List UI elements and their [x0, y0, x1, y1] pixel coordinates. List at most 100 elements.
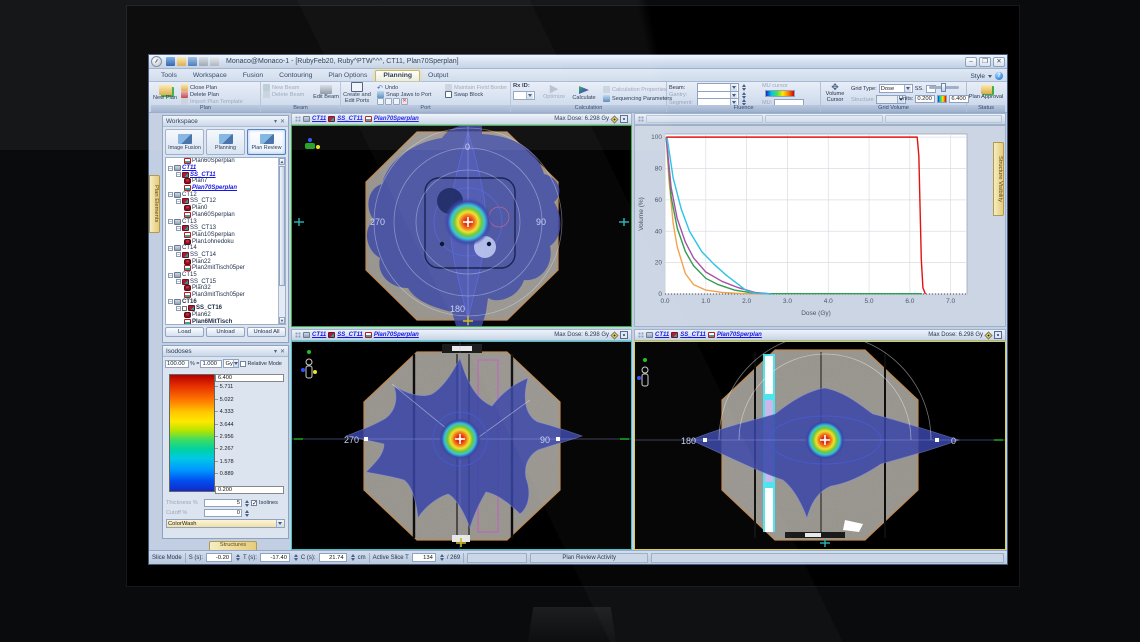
- grip-icon[interactable]: [638, 116, 644, 122]
- s-coordinate-field[interactable]: -0.20: [206, 553, 232, 562]
- active-slice-spinner[interactable]: [440, 554, 444, 561]
- dvh-chart-area[interactable]: 0204060801000.01.02.03.04.05.06.07.0Dose…: [634, 125, 1006, 327]
- port-tool-1-icon[interactable]: [377, 98, 384, 105]
- settings-icon[interactable]: [199, 57, 208, 66]
- isolines-checkbox[interactable]: [251, 500, 257, 506]
- close-plan-button[interactable]: Close Plan: [181, 84, 217, 91]
- expand-viewport-icon[interactable]: [620, 331, 628, 339]
- close-panel-icon[interactable]: ✕: [280, 118, 285, 125]
- header-ct-link[interactable]: CT11: [655, 332, 669, 338]
- header-plan-link[interactable]: Plan70Sperplan: [374, 332, 419, 338]
- app-logo-icon[interactable]: [151, 56, 162, 67]
- print-icon[interactable]: [210, 57, 219, 66]
- tree-item-ct13[interactable]: –CT13: [166, 218, 278, 225]
- expand-viewport-icon[interactable]: [620, 115, 628, 123]
- calculation-properties-button[interactable]: Calculation Properties: [603, 86, 667, 93]
- port-tool-2-icon[interactable]: [385, 98, 392, 105]
- close-button[interactable]: ✕: [993, 57, 1005, 67]
- t-coordinate-field[interactable]: -17.40: [260, 553, 290, 562]
- header-plan-link[interactable]: Plan70Sperplan: [717, 332, 762, 338]
- sequencing-parameters-button[interactable]: Sequencing Parameters: [603, 95, 672, 102]
- isodose-min-field[interactable]: 0.200: [215, 486, 284, 494]
- tree-item-plan1ohnedoku[interactable]: Plan1ohnedoku: [166, 238, 278, 245]
- edit-beam-button[interactable]: Edit Beam: [313, 82, 339, 104]
- swap-block-button[interactable]: Swap Block: [445, 91, 483, 98]
- workspace-mode-image-fusion[interactable]: Image Fusion: [165, 129, 204, 155]
- tree-expander-icon[interactable]: –: [176, 279, 181, 284]
- tree-expander-icon[interactable]: –: [168, 166, 173, 171]
- tree-expander-icon[interactable]: –: [176, 252, 181, 257]
- grip-icon[interactable]: [295, 332, 301, 338]
- plan-elements-tab[interactable]: Plan Elements: [149, 175, 160, 233]
- port-tool-3-icon[interactable]: [393, 98, 400, 105]
- tree-item-plan60sperplan[interactable]: Plan60Sperplan: [166, 212, 278, 219]
- tree-item-ss-ct14[interactable]: –SS_CT14: [166, 252, 278, 259]
- unload-all-button[interactable]: Unload All: [247, 327, 286, 337]
- tree-expander-icon[interactable]: –: [176, 172, 181, 177]
- tree-item-ss-ct12[interactable]: –SS_CT12: [166, 198, 278, 205]
- pin-icon[interactable]: ▾: [274, 118, 277, 125]
- tree-item-plan2mittisch05per[interactable]: Plan2mitTisch05per: [166, 265, 278, 272]
- header-ct-link[interactable]: CT11: [312, 116, 326, 122]
- style-label[interactable]: Style: [971, 73, 985, 80]
- save-icon[interactable]: [166, 57, 175, 66]
- display-mode-combo[interactable]: ColorWash: [166, 519, 285, 528]
- new-plan-button[interactable]: New Plan: [152, 82, 178, 104]
- structure-visibility-tab[interactable]: Structure Visibility: [993, 142, 1004, 216]
- tree-item-plan60sperplan[interactable]: Plan60Sperplan: [166, 158, 278, 165]
- help-icon[interactable]: ?: [995, 72, 1003, 80]
- t-spinner[interactable]: [294, 554, 298, 561]
- tree-item-ct12[interactable]: –CT12: [166, 191, 278, 198]
- maximize-button[interactable]: ❐: [979, 57, 991, 67]
- c-spinner[interactable]: [351, 554, 355, 561]
- close-panel-icon[interactable]: ✕: [280, 348, 285, 355]
- s-spinner[interactable]: [236, 554, 240, 561]
- ribbon-tab-planning[interactable]: Planning: [375, 70, 420, 81]
- units-min-field[interactable]: 0.200: [915, 95, 935, 103]
- grip-icon[interactable]: [295, 116, 301, 122]
- workspace-mode-planning[interactable]: Planning: [206, 129, 245, 155]
- tree-item-ct16[interactable]: –CT16: [166, 298, 278, 305]
- port-tool-delete-icon[interactable]: ✕: [401, 98, 408, 105]
- isodose-absolute-field[interactable]: 1.000: [200, 360, 222, 368]
- grid-slider-thumb[interactable]: [941, 83, 946, 92]
- header-plan-link[interactable]: Plan70Sperplan: [374, 116, 419, 122]
- tree-item-plan22[interactable]: Plan22: [166, 258, 278, 265]
- tree-item-plan3mittisch05per[interactable]: Plan3mitTisch05per: [166, 292, 278, 299]
- volume-cursor-button[interactable]: ✥ Volume Cursor: [821, 82, 849, 104]
- scroll-down-icon[interactable]: ▼: [279, 317, 285, 324]
- header-ss-link[interactable]: SS_CT11: [337, 332, 363, 338]
- ribbon-tab-contouring[interactable]: Contouring: [271, 70, 320, 81]
- open-folder-icon[interactable]: [177, 57, 186, 66]
- workspace-mode-plan-review[interactable]: Plan Review: [247, 129, 286, 155]
- tree-expander-icon[interactable]: –: [168, 219, 173, 224]
- new-beam-button[interactable]: New Beam: [263, 84, 299, 91]
- isodose-max-field[interactable]: 6.400: [215, 374, 284, 382]
- plan-approval-button[interactable]: Plan Approval: [967, 82, 1005, 104]
- create-edit-ports-button[interactable]: Create and Edit Ports: [342, 82, 372, 104]
- tree-expander-icon[interactable]: –: [168, 299, 173, 304]
- grid-slider-track[interactable]: [929, 86, 959, 89]
- minimize-button[interactable]: –: [965, 57, 977, 67]
- dose-reference-icon[interactable]: [611, 331, 619, 339]
- tree-checkbox[interactable]: [182, 306, 187, 311]
- cutoff-field[interactable]: 0: [204, 509, 242, 517]
- tree-expander-icon[interactable]: –: [176, 199, 181, 204]
- optimize-button[interactable]: ▶ Optimize: [539, 82, 569, 104]
- sagittal-view-canvas[interactable]: 180 0: [634, 341, 1006, 550]
- isodose-unit-combo[interactable]: Gy: [223, 359, 239, 368]
- style-dropdown-icon[interactable]: [988, 75, 992, 78]
- load-button[interactable]: Load: [165, 327, 204, 337]
- expand-viewport-icon[interactable]: [994, 331, 1002, 339]
- tree-item-plan7[interactable]: Plan7: [166, 178, 278, 185]
- maintain-field-border-button[interactable]: Maintain Field Border: [445, 84, 507, 91]
- ribbon-tab-tools[interactable]: Tools: [153, 70, 185, 81]
- tree-expander-icon[interactable]: –: [168, 273, 173, 278]
- relative-mode-checkbox[interactable]: [240, 361, 246, 367]
- dose-reference-icon[interactable]: [985, 331, 993, 339]
- ribbon-tab-plan-options[interactable]: Plan Options: [320, 70, 375, 81]
- active-slice-field[interactable]: 134: [412, 553, 436, 562]
- unload-button[interactable]: Unload: [206, 327, 245, 337]
- tree-item-ss-ct11[interactable]: –SS_CT11: [166, 171, 278, 178]
- tree-item-ct14[interactable]: –CT14: [166, 245, 278, 252]
